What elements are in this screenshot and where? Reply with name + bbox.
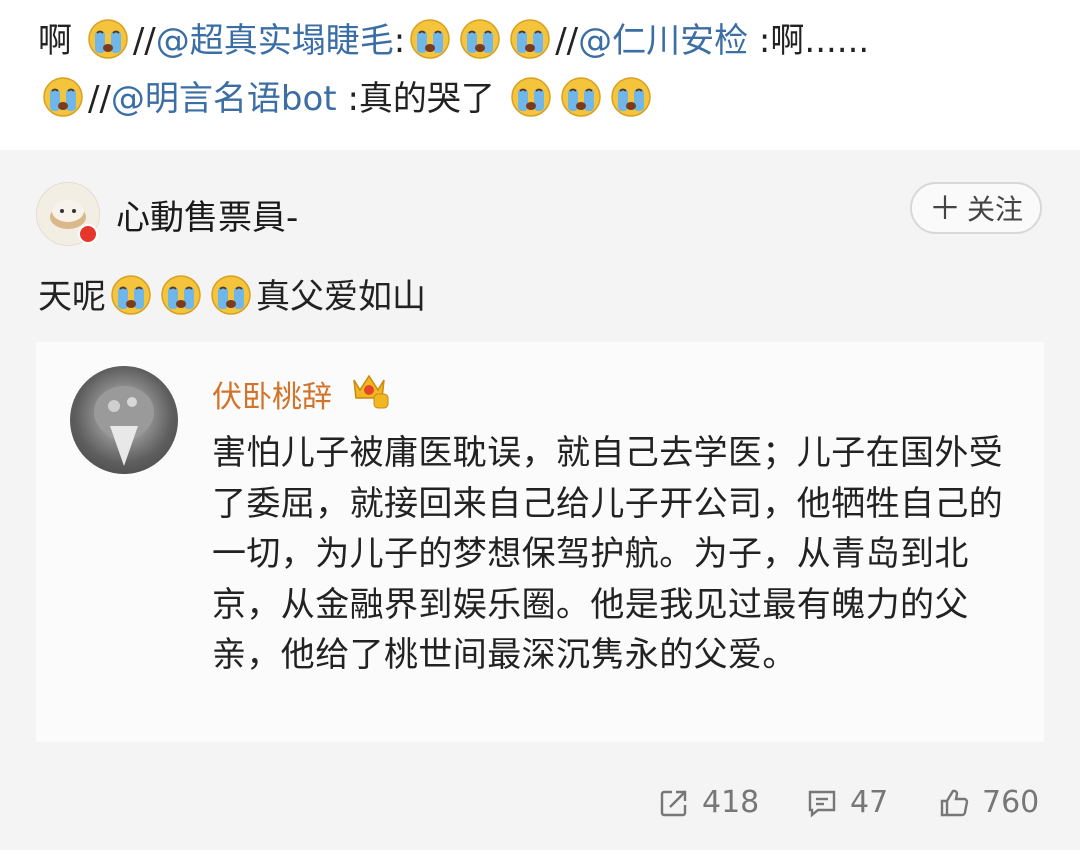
comment-button[interactable]: 47 [806,785,888,820]
follow-button-label: 关注 [967,193,1024,226]
quoted-post[interactable]: 伏卧桃辞 害怕儿子被庸医耽误，就自己去学医；儿子在国外受了委屈，就接回来自己给儿… [36,342,1044,742]
mention-link[interactable]: @明言名语bot [111,79,337,119]
comment-text-before: 天呢 [38,277,106,317]
crying-emoji-icon [210,274,252,316]
repost-lead-text: 啊 [38,21,72,61]
colon: : [393,21,406,61]
quoted-author-avatar[interactable] [70,366,178,474]
repost-line-2: //@明言名语bot :真的哭了 [38,70,1048,128]
repost-separator: // [132,21,156,61]
quoted-post-body: 害怕儿子被庸医耽误，就自己去学医；儿子在国外受了委屈，就接回来自己给儿子开公司，… [212,433,1004,675]
repost-icon [660,790,687,816]
like-count: 760 [982,785,1040,820]
repost-button[interactable]: 418 [658,785,759,820]
mention-link[interactable]: @仁川安检 [578,21,748,61]
comment-icon [808,790,836,818]
comment-author-name[interactable]: 心動售票員- [116,190,298,239]
crying-emoji-icon [509,18,551,60]
repost-separator: // [88,79,111,119]
like-icon [940,789,969,816]
action-bar: 418 47 760 [0,785,1080,825]
comment-count: 47 [850,785,889,820]
plus-icon: ＋ [928,189,961,227]
crying-emoji-icon [409,18,451,60]
quoted-author-name[interactable]: 伏卧桃辞 [212,372,332,416]
crying-emoji-icon [459,18,501,60]
repost-text: :啊...... [748,21,870,61]
comment-text-after: 真父爱如山 [256,277,426,317]
comment-text: 天呢 真父爱如山 [38,272,426,322]
repost-count: 418 [702,785,760,820]
original-post-card[interactable]: 心動售票員- ＋ 关注 天呢 真父爱如山 伏卧桃辞 害怕儿子被庸医耽误，就自己去学… [0,150,1080,850]
repost-chain: 啊 //@超真实塌睫毛://@仁川安检 :啊...... //@明言名语bot … [38,12,1048,128]
crying-emoji-icon [87,18,129,60]
repost-line-1: 啊 //@超真实塌睫毛://@仁川安检 :啊...... [38,12,1048,70]
follow-button[interactable]: ＋ 关注 [910,182,1042,234]
author-row: 心動售票員- ＋ 关注 [36,180,1046,250]
crying-emoji-icon [610,76,652,118]
repost-separator: // [555,21,579,61]
repost-text: :真的哭了 [336,79,495,119]
like-button[interactable]: 760 [938,785,1039,820]
crying-emoji-icon [560,76,602,118]
crying-emoji-icon [110,274,152,316]
crying-emoji-icon [510,76,552,118]
crying-emoji-icon [160,274,202,316]
crown-level-icon [353,374,389,409]
crying-emoji-icon [42,76,84,118]
verified-badge-icon [78,224,98,244]
mention-link[interactable]: @超真实塌睫毛 [156,21,394,61]
